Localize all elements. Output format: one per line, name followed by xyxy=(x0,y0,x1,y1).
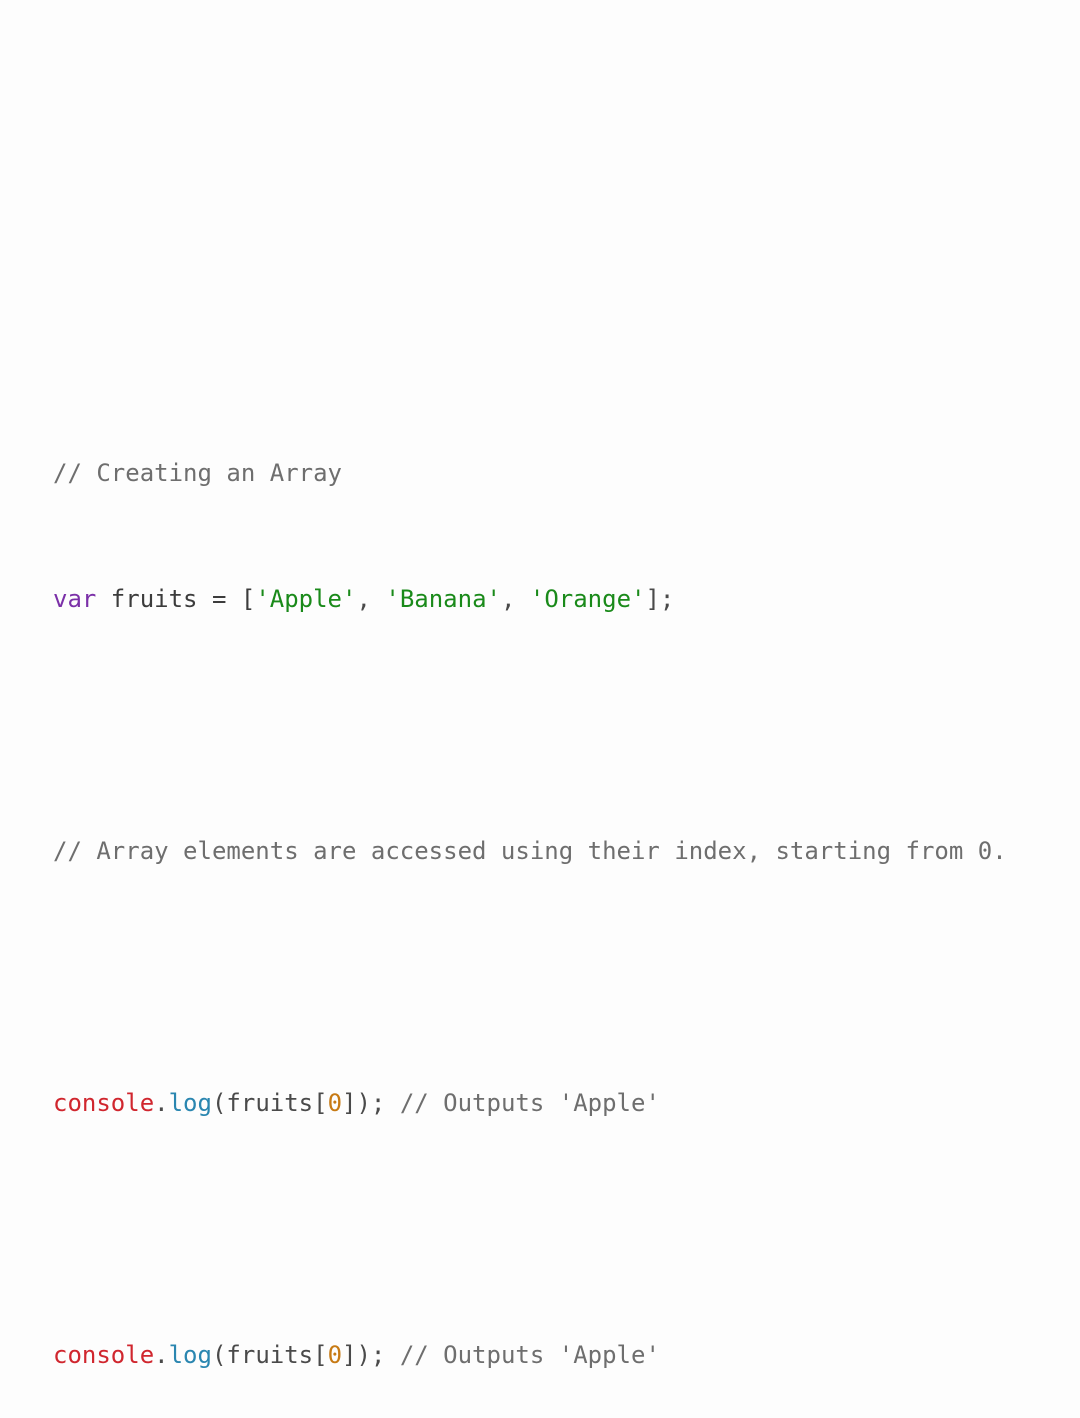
comment-token: // Outputs 'Apple' xyxy=(399,1341,660,1369)
identifier-token: fruits = [ xyxy=(96,585,256,613)
separator-token: , xyxy=(356,585,386,613)
method-token: log xyxy=(168,1089,212,1117)
separator-token: , xyxy=(500,585,530,613)
keyword-token: var xyxy=(53,585,97,613)
punctuation-token: (fruits[ xyxy=(211,1341,328,1369)
number-token: 0 xyxy=(327,1341,343,1369)
comment-token: // Creating an Array xyxy=(53,459,342,487)
comment-token: // Outputs 'Apple' xyxy=(399,1089,660,1117)
code-line-comment-creating: // Creating an Array xyxy=(53,452,1007,494)
code-block: // Creating an Array var fruits = ['Appl… xyxy=(53,368,1007,1418)
object-token: console xyxy=(53,1089,155,1117)
punctuation-token: (fruits[ xyxy=(211,1089,328,1117)
string-token: 'Apple' xyxy=(255,585,357,613)
code-line-var-fruits: var fruits = ['Apple', 'Banana', 'Orange… xyxy=(53,578,1007,620)
comment-token: // Array elements are accessed using the… xyxy=(53,837,1007,865)
punctuation-token: ]); xyxy=(342,1089,400,1117)
dot-token: . xyxy=(154,1089,169,1117)
object-token: console xyxy=(53,1341,155,1369)
code-line-console-log-2: console.log(fruits[0]); // Outputs 'Appl… xyxy=(53,1334,1007,1376)
string-token: 'Banana' xyxy=(385,585,501,613)
dot-token: . xyxy=(154,1341,169,1369)
code-line-comment-index: // Array elements are accessed using the… xyxy=(53,830,1007,872)
string-token: 'Orange' xyxy=(529,585,646,613)
code-line-console-log-1: console.log(fruits[0]); // Outputs 'Appl… xyxy=(53,1082,1007,1124)
method-token: log xyxy=(168,1341,212,1369)
punctuation-token: ]; xyxy=(645,585,675,613)
number-token: 0 xyxy=(327,1089,343,1117)
punctuation-token: ]); xyxy=(342,1341,400,1369)
